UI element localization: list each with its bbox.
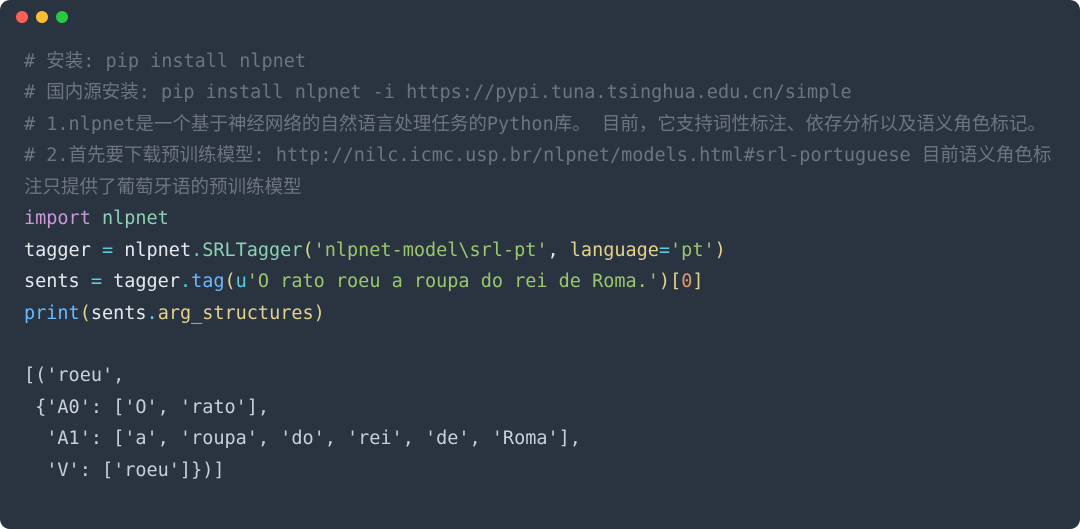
identifier: tagger bbox=[24, 240, 91, 261]
paren: ) bbox=[314, 303, 325, 324]
dot: . bbox=[191, 240, 202, 261]
kwarg-name: language bbox=[570, 240, 659, 261]
output-line: 'V': ['roeu']})] bbox=[24, 460, 225, 481]
equals: = bbox=[659, 240, 670, 261]
comment-line: # 国内源安装: pip install nlpnet -i https://p… bbox=[24, 82, 852, 103]
operator: = bbox=[80, 271, 113, 292]
string-literal: 'nlpnet-model\srl-pt' bbox=[314, 240, 548, 261]
close-icon[interactable] bbox=[16, 11, 28, 23]
comment-line: # 2.首先要下载预训练模型: http://nilc.icmc.usp.br/… bbox=[24, 145, 1051, 197]
paren: ) bbox=[715, 240, 726, 261]
output-line: 'A1': ['a', 'roupa', 'do', 'rei', 'de', … bbox=[24, 428, 581, 449]
terminal-window: # 安装: pip install nlpnet # 国内源安装: pip in… bbox=[0, 0, 1080, 529]
zoom-icon[interactable] bbox=[56, 11, 68, 23]
comment-line: # 1.nlpnet是一个基于神经网络的自然语言处理任务的Python库。 目前… bbox=[24, 114, 1046, 135]
minimize-icon[interactable] bbox=[36, 11, 48, 23]
string-literal: 'O rato roeu a roupa do rei de Roma.' bbox=[247, 271, 659, 292]
identifier: sents bbox=[24, 271, 80, 292]
number-literal: 0 bbox=[681, 271, 692, 292]
class-name: SRLTagger bbox=[202, 240, 302, 261]
bracket: ] bbox=[692, 271, 703, 292]
operator: = bbox=[91, 240, 124, 261]
identifier: sents bbox=[91, 303, 147, 324]
paren: ( bbox=[80, 303, 91, 324]
method-call: tag bbox=[191, 271, 224, 292]
comment-line: # 安装: pip install nlpnet bbox=[24, 51, 306, 72]
titlebar bbox=[0, 0, 1080, 34]
module-ref: nlpnet bbox=[124, 240, 191, 261]
attribute: arg_structures bbox=[158, 303, 314, 324]
comma: , bbox=[548, 240, 570, 261]
bracket: [ bbox=[670, 271, 681, 292]
string-literal: 'pt' bbox=[670, 240, 715, 261]
code-area: # 安装: pip install nlpnet # 国内源安装: pip in… bbox=[0, 34, 1080, 486]
keyword-import: import bbox=[24, 208, 91, 229]
paren: ( bbox=[302, 240, 313, 261]
paren: ) bbox=[659, 271, 670, 292]
dot: . bbox=[180, 271, 191, 292]
prefix-u: u bbox=[236, 271, 247, 292]
module-name: nlpnet bbox=[102, 208, 169, 229]
paren: ( bbox=[225, 271, 236, 292]
builtin-print: print bbox=[24, 303, 80, 324]
identifier: tagger bbox=[113, 271, 180, 292]
output-line: [('roeu', bbox=[24, 365, 124, 386]
output-line: {'A0': ['O', 'rato'], bbox=[24, 397, 269, 418]
dot: . bbox=[147, 303, 158, 324]
